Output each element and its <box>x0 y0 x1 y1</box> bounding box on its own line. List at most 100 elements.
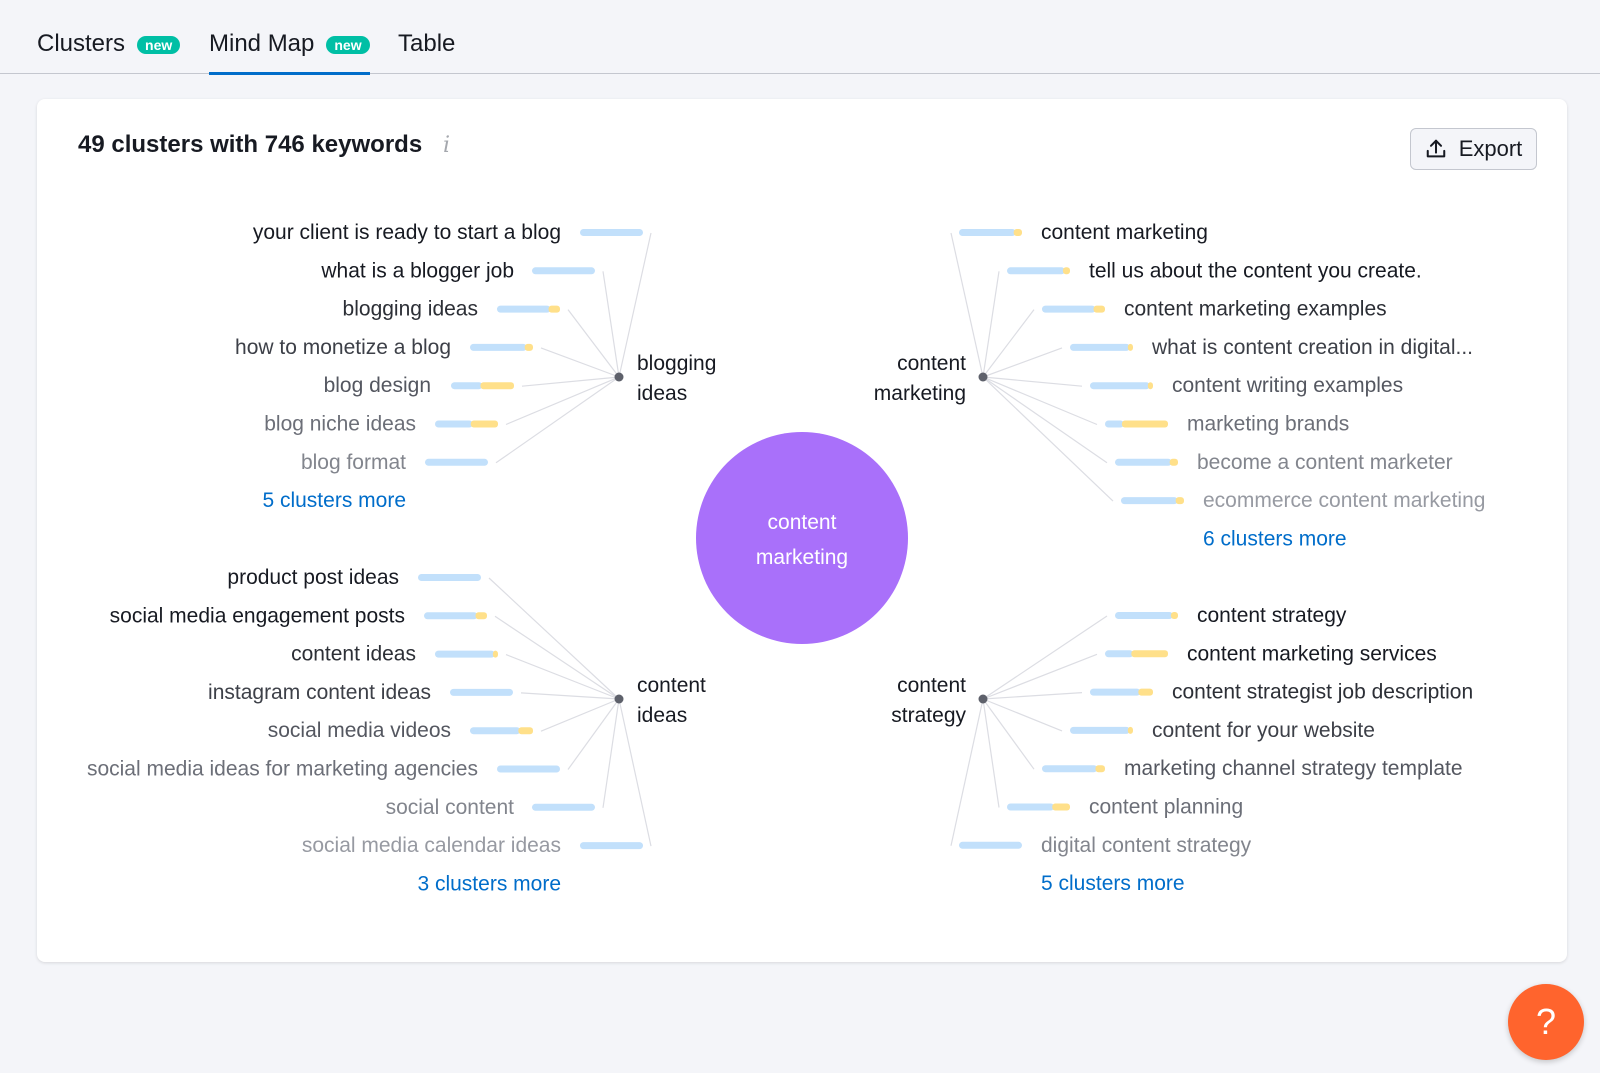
keyword-label[interactable]: content strategist job description <box>1172 681 1473 704</box>
keyword-volume-bar <box>418 574 481 581</box>
keyword-label[interactable]: product post ideas <box>227 566 399 589</box>
keyword-label[interactable]: blog niche ideas <box>264 413 416 436</box>
keyword-volume-bar <box>1007 803 1055 811</box>
keyword-label[interactable]: instagram content ideas <box>208 681 431 704</box>
keyword-label[interactable]: social media ideas for marketing agencie… <box>87 758 478 781</box>
keyword-label[interactable]: marketing channel strategy template <box>1124 757 1463 780</box>
keyword-volume-bar <box>435 650 495 658</box>
keyword-label[interactable]: social media engagement posts <box>110 604 405 627</box>
keyword-volume-bar <box>470 727 521 735</box>
cluster-label[interactable]: content <box>897 674 966 697</box>
keyword-volume-bar <box>580 229 643 236</box>
keyword-difficulty-bar <box>475 612 487 620</box>
more-clusters-link[interactable]: 5 clusters more <box>1041 872 1185 895</box>
keyword-label[interactable]: tell us about the content you create. <box>1089 259 1422 282</box>
connector-line <box>982 698 1000 808</box>
connector-line <box>982 271 1000 378</box>
keyword-label[interactable]: content strategy <box>1197 604 1347 627</box>
keyword-label[interactable]: content marketing services <box>1187 642 1437 665</box>
keyword-difficulty-bar <box>480 382 514 390</box>
keyword-difficulty-bar <box>548 305 560 313</box>
keyword-label[interactable]: become a content marketer <box>1197 451 1453 474</box>
cluster-label[interactable]: strategy <box>891 704 966 727</box>
keyword-label[interactable]: content marketing examples <box>1124 298 1387 321</box>
keyword-label[interactable]: what is content creation in digital... <box>1151 336 1473 359</box>
keyword-volume-bar <box>1105 650 1134 658</box>
cluster-label[interactable]: ideas <box>637 382 687 405</box>
keyword-difficulty-bar <box>1013 229 1022 236</box>
keyword-volume-bar <box>532 267 595 275</box>
keyword-volume-bar <box>1070 343 1130 351</box>
help-button[interactable]: ? <box>1508 984 1584 1060</box>
connector-line <box>505 376 620 426</box>
connector-line <box>982 376 1108 464</box>
center-node[interactable] <box>696 432 908 644</box>
connector-line <box>521 376 620 387</box>
keyword-volume-bar <box>1090 688 1141 696</box>
more-clusters-link[interactable]: 5 clusters more <box>262 489 406 512</box>
center-node-label: marketing <box>756 546 848 569</box>
keyword-difficulty-bar <box>1127 343 1133 351</box>
keyword-label[interactable]: blogging ideas <box>343 298 478 321</box>
keyword-label[interactable]: digital content strategy <box>1041 834 1252 857</box>
keyword-volume-bar <box>580 842 643 850</box>
keyword-label[interactable]: blog format <box>301 451 406 474</box>
keyword-volume-bar <box>532 803 595 811</box>
keyword-difficulty-bar <box>524 343 533 351</box>
keyword-label[interactable]: content ideas <box>291 643 416 666</box>
keyword-label[interactable]: marketing brands <box>1187 413 1349 436</box>
keyword-difficulty-bar <box>1093 305 1105 313</box>
keyword-label[interactable]: content marketing <box>1041 221 1208 244</box>
connector-line <box>602 271 620 378</box>
cluster-hub-dot <box>614 694 624 704</box>
cluster-hub-dot <box>614 372 624 382</box>
keyword-label[interactable]: content for your website <box>1152 719 1375 742</box>
keyword-volume-bar <box>959 841 1022 849</box>
cluster-label[interactable]: ideas <box>637 704 687 727</box>
cluster-label[interactable]: content <box>637 674 706 697</box>
keyword-difficulty-bar <box>470 420 498 428</box>
keyword-volume-bar <box>1115 612 1173 619</box>
keyword-difficulty-bar <box>1062 267 1070 275</box>
keyword-difficulty-bar <box>1131 650 1168 658</box>
keyword-difficulty-bar <box>1169 458 1178 466</box>
keyword-label[interactable]: how to monetize a blog <box>235 336 451 359</box>
keyword-volume-bar <box>959 229 1016 236</box>
keyword-volume-bar <box>1042 305 1096 313</box>
keyword-label[interactable]: social media calendar ideas <box>302 834 561 857</box>
cluster-hub-dot <box>978 372 988 382</box>
keyword-volume-bar <box>470 343 527 351</box>
keyword-volume-bar <box>497 305 551 313</box>
cluster-label[interactable]: blogging <box>637 352 716 375</box>
keyword-volume-bar <box>425 458 488 466</box>
keyword-difficulty-bar <box>1170 612 1178 619</box>
keyword-label[interactable]: blog design <box>324 374 431 397</box>
keyword-difficulty-bar <box>1127 726 1133 734</box>
more-clusters-link[interactable]: 6 clusters more <box>1203 527 1347 550</box>
keyword-volume-bar <box>1090 382 1150 390</box>
keyword-label[interactable]: ecommerce content marketing <box>1203 489 1485 512</box>
keyword-volume-bar <box>450 688 513 696</box>
connector-line <box>982 376 1098 426</box>
keyword-label[interactable]: social media videos <box>268 719 451 742</box>
cluster-label[interactable]: marketing <box>874 382 966 405</box>
connector-line <box>982 309 1035 378</box>
cluster-label[interactable]: content <box>897 352 966 375</box>
keyword-volume-bar <box>1121 497 1178 505</box>
keyword-label[interactable]: content writing examples <box>1172 374 1403 397</box>
more-clusters-link[interactable]: 3 clusters more <box>417 872 561 895</box>
keyword-volume-bar <box>1105 420 1124 428</box>
mind-map: content marketing your client is ready to … <box>87 221 1486 895</box>
cluster-hub-dot <box>978 694 988 704</box>
keyword-volume-bar <box>497 765 560 773</box>
keyword-label[interactable]: your client is ready to start a blog <box>253 221 561 244</box>
keyword-label[interactable]: what is a blogger job <box>320 259 514 282</box>
keyword-volume-bar <box>424 612 478 620</box>
keyword-volume-bar <box>1007 267 1065 275</box>
keyword-label[interactable]: content planning <box>1089 796 1243 819</box>
keyword-volume-bar <box>451 382 483 390</box>
connector-line <box>488 577 620 700</box>
center-node-label: content <box>768 511 837 534</box>
keyword-difficulty-bar <box>1175 497 1184 505</box>
keyword-label[interactable]: social content <box>386 796 515 819</box>
